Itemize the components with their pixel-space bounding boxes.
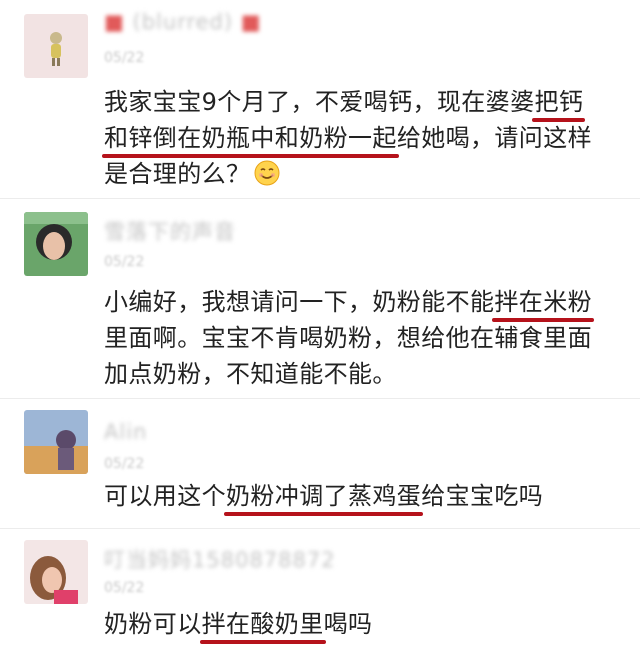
comment-username[interactable]: Alin — [104, 420, 147, 444]
comment-date: 05/22 — [104, 456, 145, 472]
comment-username[interactable]: 雪落下的声音 — [104, 216, 236, 246]
avatar-portrait-icon — [24, 212, 88, 276]
underline-highlight: 拌在米粉 — [494, 288, 593, 316]
comment-date: 05/22 — [104, 254, 145, 270]
comment-text: 小编好，我想请问一下，奶粉能不能拌在米粉 里面啊。宝宝不肯喝奶粉，想给他在辅食里… — [104, 288, 593, 388]
avatar[interactable] — [24, 410, 88, 474]
underline-highlight: 和锌倒在奶瓶中和奶粉一起 — [104, 124, 397, 152]
underline-highlight: 把钙 — [534, 88, 584, 116]
avatar[interactable] — [24, 212, 88, 276]
avatar[interactable] — [24, 14, 88, 78]
divider — [0, 398, 640, 399]
avatar-figure-icon — [24, 14, 88, 78]
underline-highlight: 奶粉冲调了蒸鸡蛋 — [226, 482, 422, 510]
comment-date: 05/22 — [104, 580, 145, 596]
smiling-face-icon — [254, 160, 280, 186]
avatar[interactable] — [24, 540, 88, 604]
divider — [0, 528, 640, 529]
comment-username[interactable]: 叮当妈妈1580878872 — [104, 544, 336, 574]
avatar-portrait-icon — [24, 540, 88, 604]
underline-highlight: 拌在酸奶里 — [201, 610, 324, 638]
comment-text: 我家宝宝9个月了，不爱喝钙，现在婆婆把钙 和锌倒在奶瓶中和奶粉一起给她喝，请问这… — [104, 88, 593, 188]
avatar-scene-icon — [24, 410, 88, 474]
comment-date: 05/22 — [104, 50, 145, 66]
comment-text: 奶粉可以拌在酸奶里喝吗 — [104, 610, 373, 638]
divider — [0, 198, 640, 199]
comment-username[interactable]: ■ (blurred) ■ — [104, 10, 262, 34]
comment-text: 可以用这个奶粉冲调了蒸鸡蛋给宝宝吃吗 — [104, 482, 544, 510]
